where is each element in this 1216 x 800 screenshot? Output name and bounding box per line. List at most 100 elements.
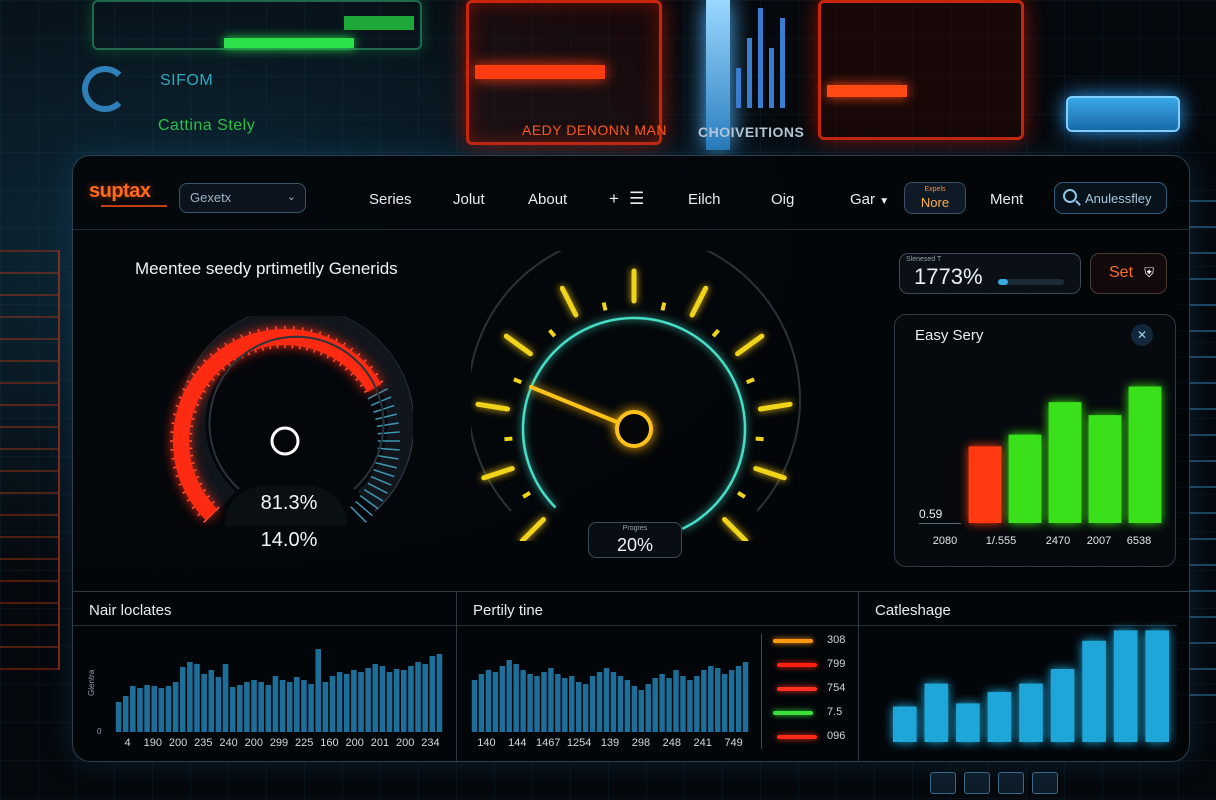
- chart-bar: [265, 685, 272, 732]
- gauge-major-tick: [722, 517, 749, 541]
- chart-bar: [645, 684, 651, 732]
- caret-down-icon: ▼: [879, 196, 890, 207]
- search-input[interactable]: Anulessfley: [1054, 182, 1167, 214]
- chart-bar: [987, 691, 1012, 742]
- chart-bar: [485, 670, 492, 732]
- chart-bar: [576, 682, 582, 732]
- left-gauge-secondary-value: 14.0%: [260, 529, 318, 551]
- center-gauge: [471, 251, 801, 541]
- nair-loclates-panel: Nair loclates Glentra 0 4 190 200 235 240 200…: [73, 592, 457, 761]
- x-tick-label: 200: [346, 737, 364, 749]
- gauge-major-tick: [519, 517, 546, 541]
- x-tick-label: 2470: [1046, 535, 1070, 547]
- x-tick-label: 1467: [536, 737, 560, 749]
- x-tick-label: 160: [320, 737, 338, 749]
- chart-bar: [471, 680, 478, 732]
- center-gauge-caption: Progres: [622, 525, 648, 532]
- background-left-stripes: [0, 250, 60, 670]
- x-tick-label: 241: [693, 737, 711, 749]
- x-tick-label: 1/.555: [986, 535, 1017, 547]
- x-tick-label: 140: [477, 737, 495, 749]
- chart-bar: [365, 668, 371, 732]
- set-button[interactable]: Set ⛨: [1090, 253, 1167, 294]
- chart-bar: [315, 649, 321, 732]
- chart-bar: [130, 686, 136, 732]
- category-select[interactable]: Gexetx ⌄: [179, 183, 306, 213]
- legend-swatch: [773, 711, 813, 715]
- legend-divider: [761, 634, 762, 749]
- nav-item-eilch[interactable]: Eilch: [688, 191, 721, 208]
- chart-bar: [165, 686, 172, 732]
- background-text: SIFOM: [160, 72, 214, 89]
- nav-item-about[interactable]: About: [528, 191, 567, 208]
- gauge-minor-tick: [755, 436, 764, 442]
- chart-bar: [589, 676, 596, 732]
- chart-bar: [379, 666, 386, 732]
- chart-bar: [158, 688, 165, 732]
- easy-sery-chart: 2080 1/.555 2470 2007 6538: [933, 386, 1162, 547]
- x-tick-label: 200: [245, 737, 263, 749]
- chart-bar: [329, 676, 336, 732]
- background-circle-icon: [82, 66, 128, 112]
- chart-bar: [638, 690, 644, 732]
- center-gauge-value: 20%: [616, 535, 654, 555]
- legend-value: 799: [827, 658, 846, 670]
- x-tick-label: 139: [601, 737, 619, 749]
- chart-bar: [1145, 630, 1170, 742]
- chart-bar: [215, 677, 222, 732]
- nav-dropdown[interactable]: Gar ▼: [850, 191, 889, 208]
- nore-button-caption: Expels: [924, 186, 946, 193]
- plus-icon[interactable]: +: [609, 189, 629, 208]
- gauge-major-tick: [735, 333, 765, 357]
- nav-item-oig[interactable]: Oig: [771, 191, 794, 208]
- catleshage-panel: Catleshage: [859, 592, 1177, 761]
- legend-item: 799: [763, 658, 853, 676]
- x-tick-label: 298: [632, 737, 650, 749]
- chevron-down-icon: ⌄: [286, 191, 296, 203]
- chart-bar: [415, 662, 421, 732]
- chart-bar: [582, 684, 589, 732]
- background-bars: [736, 0, 786, 108]
- nav-item-series[interactable]: Series: [369, 191, 412, 208]
- menu-icon[interactable]: ☰: [629, 189, 654, 208]
- chart-bar: [892, 706, 917, 742]
- set-button-label: Set: [1109, 264, 1134, 281]
- catleshage-chart: [892, 630, 1170, 742]
- background-text: Cattina Stely: [158, 117, 256, 134]
- chart-bar: [956, 703, 980, 742]
- x-tick-label: 190: [144, 737, 162, 749]
- center-gauge-readout: Progres 20%: [588, 522, 682, 558]
- chart-bar: [617, 676, 624, 732]
- chart-bar: [258, 682, 264, 732]
- stat-progress-track: [998, 279, 1064, 285]
- chart-bar: [624, 680, 631, 732]
- x-tick-label: 235: [194, 737, 212, 749]
- background-text: AEDY DENONN MAN: [522, 122, 667, 138]
- chart-bar: [1019, 683, 1043, 742]
- background-panel: [92, 0, 422, 50]
- chart-bar: [548, 668, 554, 732]
- gauge-major-tick: [475, 401, 511, 412]
- legend-value: 754: [827, 682, 846, 694]
- brand-logo[interactable]: suptax: [89, 180, 151, 203]
- chart-bar: [492, 672, 499, 732]
- legend-item: 754: [763, 682, 853, 700]
- nav-item-jolut[interactable]: Jolut: [453, 191, 485, 208]
- dashboard-window: suptax Gexetx ⌄ Series Jolut About +☰ Ei…: [72, 155, 1190, 762]
- x-tick-label: 200: [169, 737, 187, 749]
- chart-bar: [1113, 630, 1138, 742]
- chart-bar: [631, 686, 638, 732]
- nav-item-ment[interactable]: Ment: [990, 191, 1023, 208]
- chart-bar: [1050, 668, 1075, 742]
- chart-bar: [122, 696, 129, 732]
- x-tick-label: 749: [724, 737, 742, 749]
- brand-underline: [101, 205, 167, 207]
- chart-bar: [279, 680, 286, 732]
- nore-button[interactable]: Expels Nore: [904, 182, 966, 214]
- background-panel: [818, 0, 1024, 140]
- easy-sery-panel: Easy Sery ✕ 0.59 2080 1/.555 2470 2007 6538: [894, 314, 1176, 567]
- pertily-tine-panel: Pertily tine 140 144 1467 1254 139 298 248 241 7…: [457, 592, 859, 761]
- gauge-minor-tick: [522, 491, 532, 499]
- gauge-minor-tick: [660, 302, 667, 311]
- background-text: CHOIVEITIONS: [698, 124, 805, 140]
